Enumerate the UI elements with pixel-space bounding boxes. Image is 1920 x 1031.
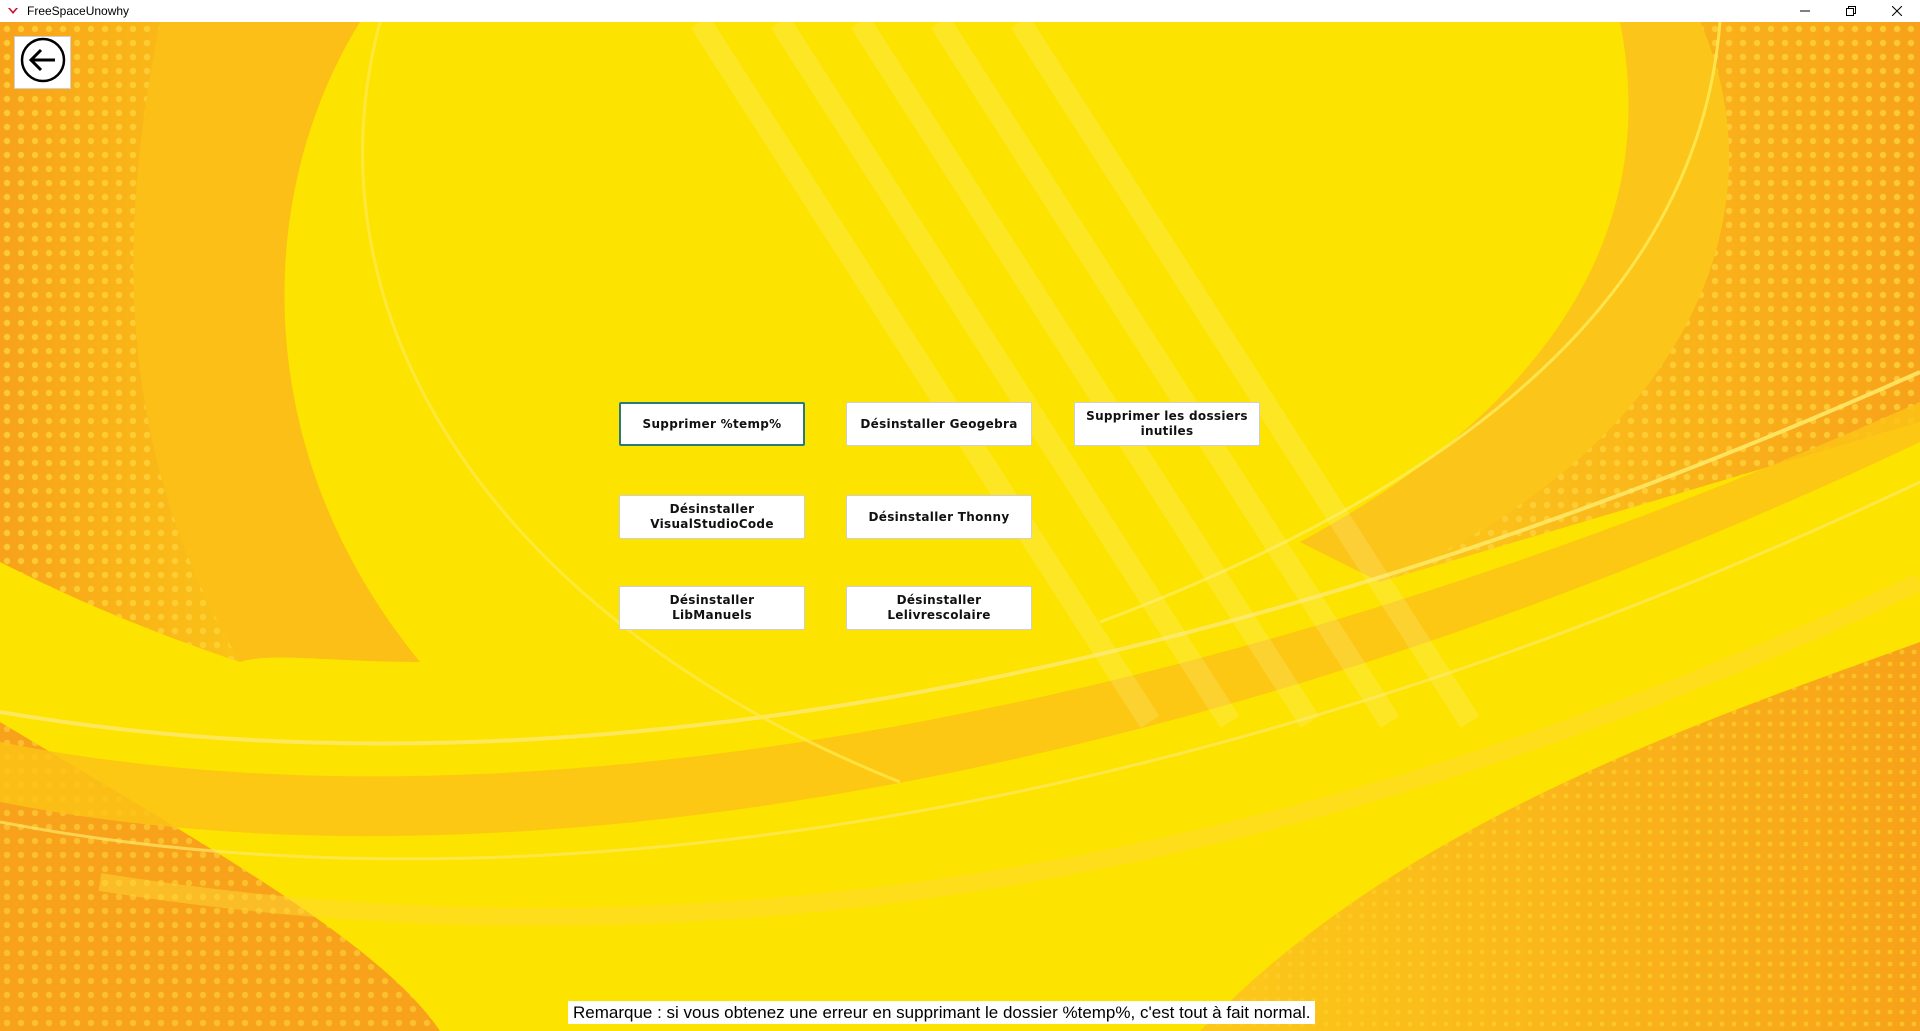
app-logo-icon xyxy=(5,3,21,19)
uninstall-thonny-button[interactable]: Désinstaller Thonny xyxy=(846,495,1032,539)
delete-temp-button[interactable]: Supprimer %temp% xyxy=(619,402,805,446)
window-controls xyxy=(1782,0,1920,22)
window-title: FreeSpaceUnowhy xyxy=(27,4,130,18)
restore-icon[interactable] xyxy=(1828,0,1874,22)
uninstall-vscode-button[interactable]: Désinstaller VisualStudioCode xyxy=(619,495,805,539)
temp-error-note: Remarque : si vous obtenez une erreur en… xyxy=(568,1001,1316,1024)
close-icon[interactable] xyxy=(1874,0,1920,22)
minimize-icon[interactable] xyxy=(1782,0,1828,22)
back-arrow-icon xyxy=(19,36,67,89)
uninstall-lelivrescolaire-button[interactable]: Désinstaller Lelivrescolaire xyxy=(846,586,1032,630)
uninstall-libmanuels-button[interactable]: Désinstaller LibManuels xyxy=(619,586,805,630)
back-button[interactable] xyxy=(14,36,71,89)
delete-unused-folders-button[interactable]: Supprimer les dossiers inutiles xyxy=(1074,402,1260,446)
title-bar: FreeSpaceUnowhy xyxy=(0,0,1920,22)
uninstall-geogebra-button[interactable]: Désinstaller Geogebra xyxy=(846,402,1032,446)
